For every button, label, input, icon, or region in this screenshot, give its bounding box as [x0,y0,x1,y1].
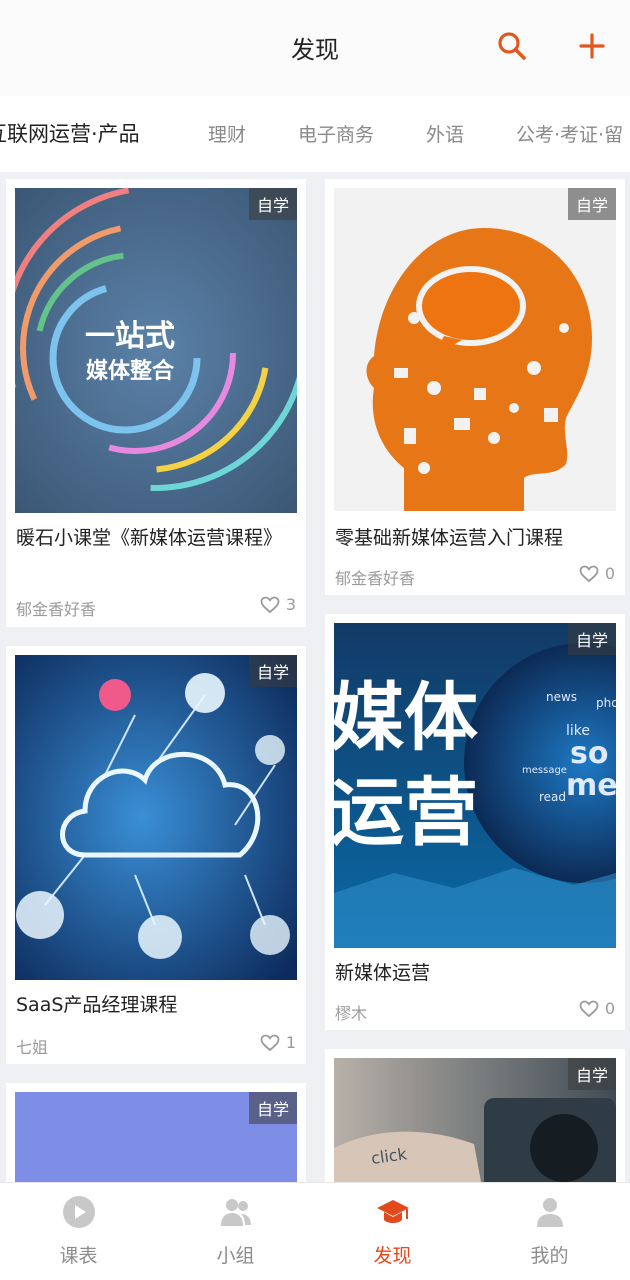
tab-label: 我的 [530,1245,569,1267]
course-title: 零基础新媒体运营入门课程 [335,527,564,549]
tab-discover[interactable]: 发现 [314,1183,471,1280]
course-thumbnail: click 自学 [334,1058,616,1182]
course-author: 郁金香好香 [335,569,416,588]
heart-icon [579,1000,599,1017]
like-count-value: 0 [604,564,615,583]
like-count-value: 1 [285,1033,296,1052]
thumbnail-word: news [546,690,577,704]
like-count[interactable]: 3 [260,595,296,614]
self-study-badge: 自学 [248,655,297,687]
heart-icon [579,565,599,582]
course-thumbnail: 媒体 运营 news like so me phone message read… [334,623,616,948]
like-count-value: 0 [604,999,615,1018]
course-title: 暖石小课堂《新媒体运营课程》 [16,527,283,549]
course-card[interactable]: 自学 SaaS产品经理课程 七姐 1 [6,646,306,1064]
play-icon [63,1196,95,1228]
course-title: SaaS产品经理课程 [16,994,178,1016]
person-icon [537,1198,563,1227]
course-card[interactable]: click 自学 [325,1049,625,1182]
top-bar: 发现 [0,0,630,96]
category-tab-finance[interactable]: 理财 [208,120,246,147]
self-study-badge: 自学 [248,188,297,220]
course-card[interactable]: 自学 [6,1083,306,1182]
page-title: 发现 [291,36,339,64]
course-card[interactable]: 自学 零基础新媒体运营入门课程 郁金香好香 0 [325,179,625,595]
search-icon[interactable] [494,28,530,64]
thumbnail-word: phone [596,696,616,710]
like-count[interactable]: 1 [260,1033,296,1052]
bottom-tab-bar: 课表 小组 发现 我的 [0,1182,630,1280]
category-tab-language[interactable]: 外语 [426,120,464,147]
tab-group[interactable]: 小组 [157,1183,314,1280]
course-author: 郁金香好香 [16,600,97,619]
category-tab-exam[interactable]: 公考·考证·留 [516,120,623,147]
graduation-cap-icon [377,1200,409,1223]
tab-schedule[interactable]: 课表 [0,1183,157,1280]
tab-label: 小组 [216,1245,255,1267]
self-study-badge: 自学 [567,188,616,220]
category-tab-ecommerce[interactable]: 电子商务 [298,120,374,147]
like-count[interactable]: 0 [579,564,615,583]
thumbnail-subtitle: 媒体整合 [86,358,175,384]
thumbnail-word: so [570,736,608,771]
tab-label: 课表 [59,1245,98,1267]
self-study-badge: 自学 [248,1092,297,1124]
add-icon[interactable] [574,28,610,64]
course-thumbnail: 自学 [15,655,297,980]
category-tab-internet-ops[interactable]: 互联网运营·产品 [0,118,140,148]
thumbnail-title-line2: 运营 [334,770,478,856]
like-count-value: 3 [285,595,296,614]
heart-icon [260,1034,280,1051]
course-title: 新媒体运营 [335,962,431,984]
like-count[interactable]: 0 [579,999,615,1018]
course-card[interactable]: 媒体 运营 news like so me phone message read… [325,614,625,1030]
category-tabs: 互联网运营·产品 理财 电子商务 外语 公考·考证·留 [0,96,630,172]
heart-icon [260,596,280,613]
course-thumbnail: 自学 [15,1092,297,1182]
course-author: 樛木 [335,1004,368,1023]
tab-label: 发现 [373,1245,412,1267]
self-study-badge: 自学 [567,623,616,655]
thumbnail-word: me [566,768,616,803]
course-card[interactable]: 一站式 媒体整合 自学 暖石小课堂《新媒体运营课程》 郁金香好香 3 [6,179,306,627]
tab-me[interactable]: 我的 [471,1183,628,1280]
thumbnail-title-line1: 媒体 [334,675,478,761]
self-study-badge: 自学 [567,1058,616,1090]
thumbnail-word: read [539,790,566,804]
course-author: 七姐 [16,1038,49,1057]
thumbnail-word: message [522,765,567,776]
course-thumbnail: 一站式 媒体整合 自学 [15,188,297,513]
thumbnail-title: 一站式 [85,319,175,354]
group-icon [221,1199,251,1226]
course-thumbnail: 自学 [334,188,616,511]
